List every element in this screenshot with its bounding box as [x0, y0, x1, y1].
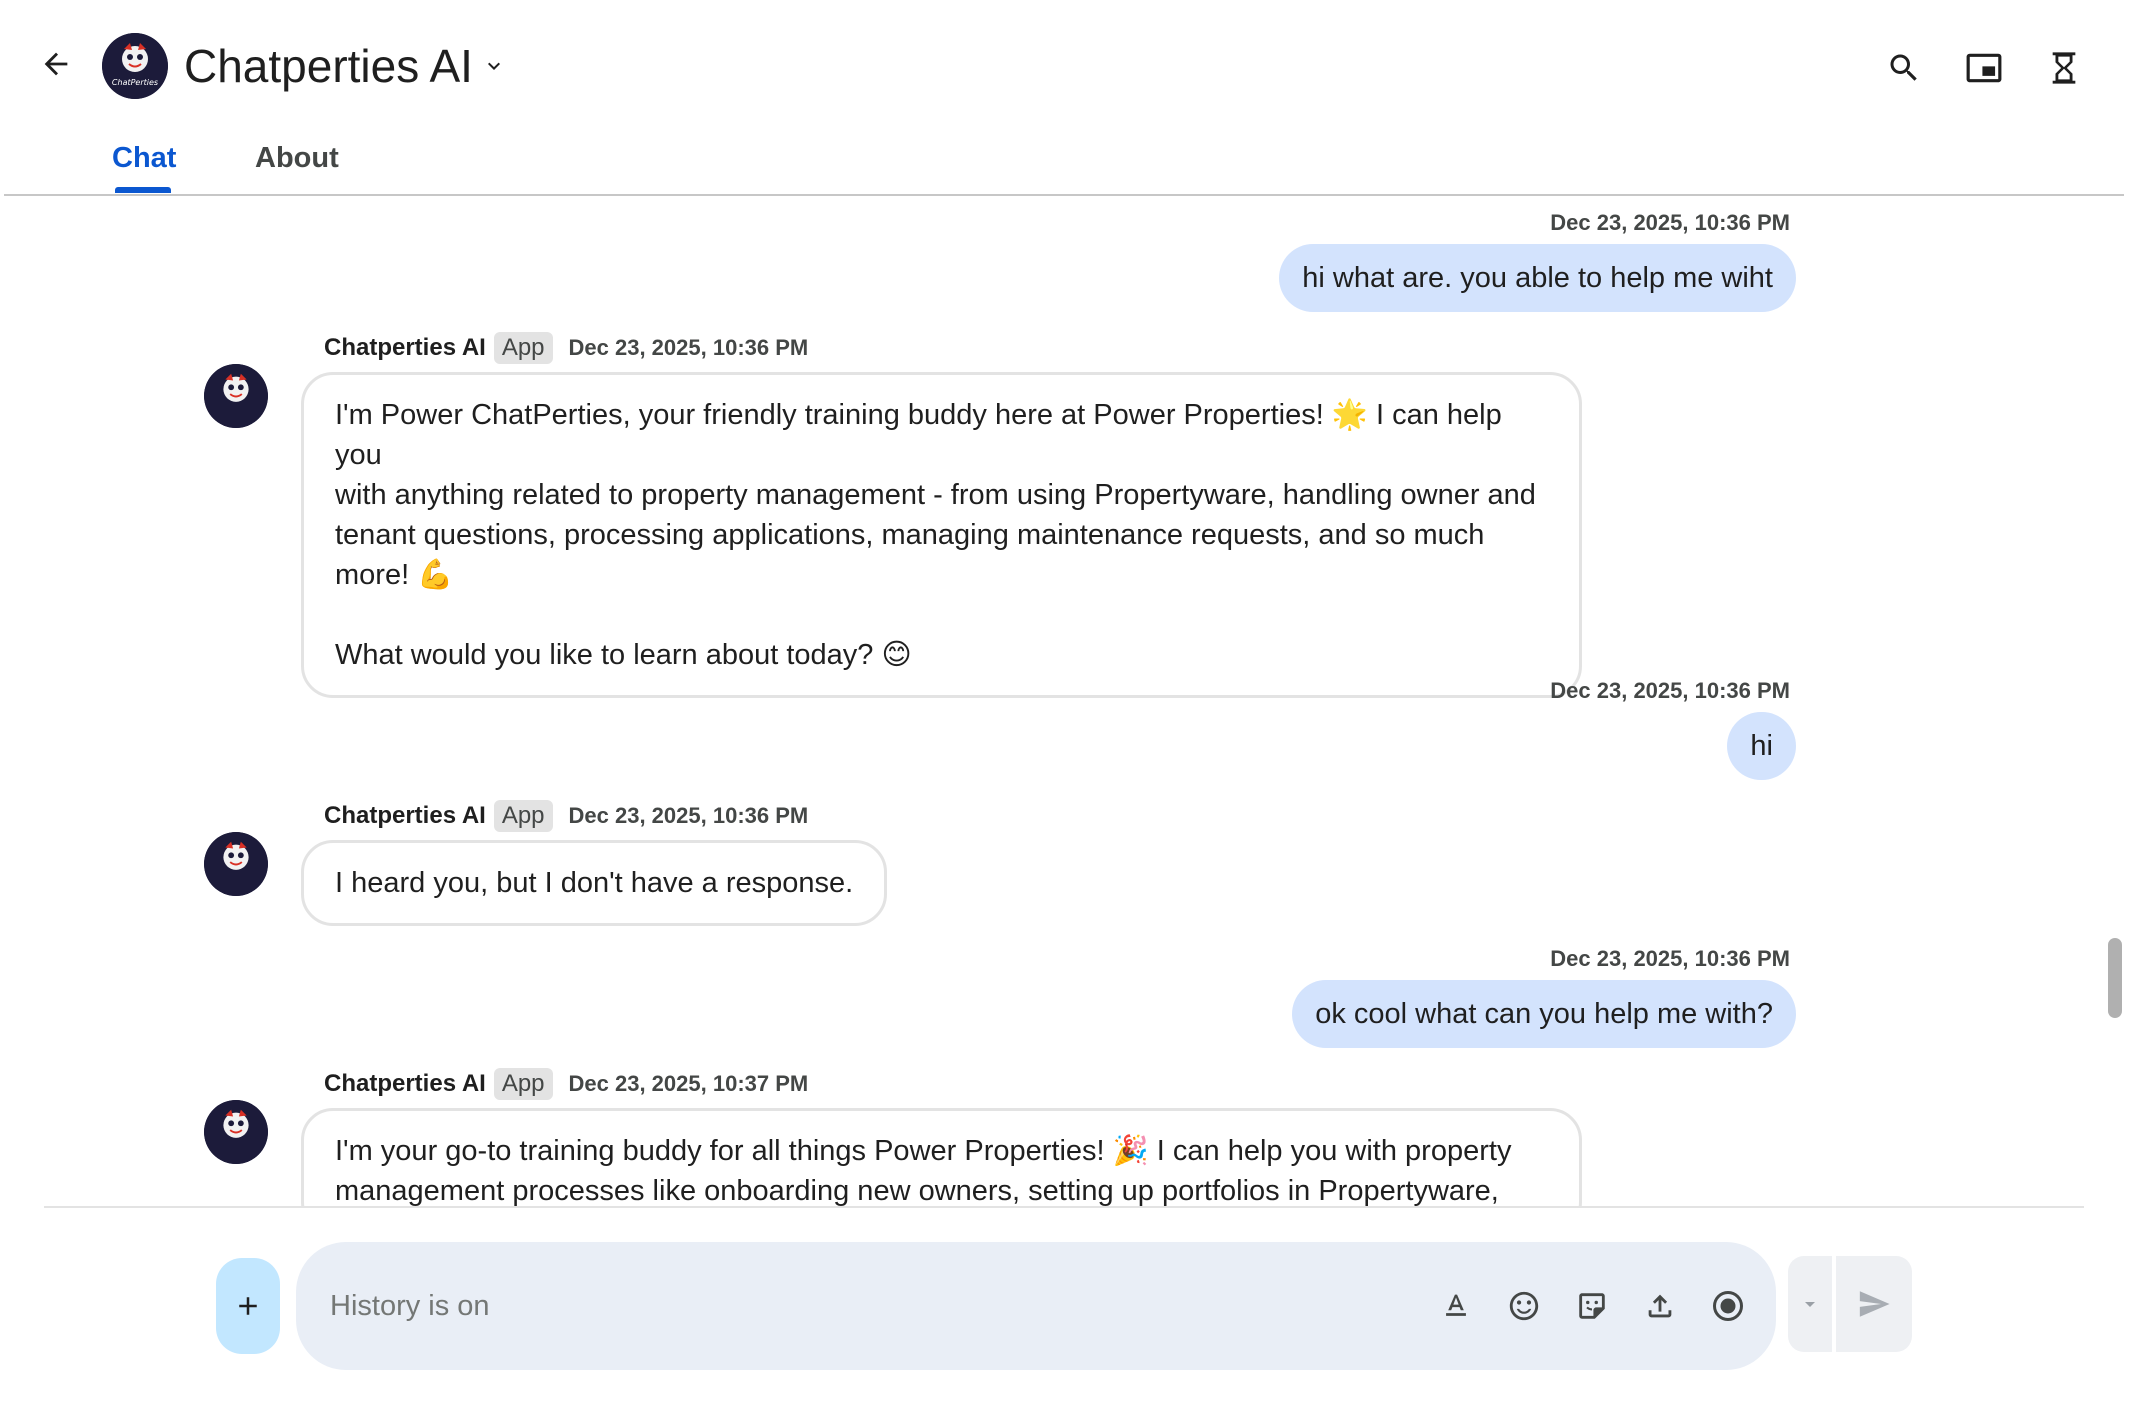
sticker-icon — [1579, 1293, 1605, 1319]
add-button[interactable] — [216, 1258, 280, 1354]
app-badge: App — [493, 332, 553, 364]
emoji-icon — [1509, 1291, 1539, 1321]
avatar[interactable] — [204, 364, 268, 428]
hourglass-button[interactable] — [2036, 40, 2092, 96]
sender-name[interactable]: Chatperties AI — [324, 1070, 486, 1098]
picture-in-picture-icon — [1966, 53, 2002, 83]
message-meta: Chatperties AI App Dec 23, 2025, 10:37 P… — [324, 1068, 808, 1100]
hourglass-icon — [2052, 52, 2076, 84]
sender-name[interactable]: Chatperties AI — [324, 334, 486, 362]
message-timestamp: Dec 23, 2025, 10:36 PM — [1550, 678, 1790, 703]
scrollbar-thumb[interactable] — [2108, 938, 2122, 1018]
user-message[interactable]: hi what are. you able to help me wiht — [1279, 244, 1796, 312]
pip-button[interactable] — [1956, 40, 2012, 96]
svg-text:ChatPerties: ChatPerties — [112, 78, 158, 87]
avatar[interactable] — [204, 832, 268, 896]
record-button[interactable] — [1704, 1282, 1752, 1330]
message-meta: Chatperties AI App Dec 23, 2025, 10:36 P… — [324, 332, 808, 364]
upload-icon — [1648, 1294, 1672, 1318]
back-arrow-icon — [44, 52, 68, 76]
search-icon — [1890, 54, 1917, 81]
sticker-button[interactable] — [1568, 1282, 1616, 1330]
tab-bar: Chat About — [0, 132, 2124, 196]
text-format-icon — [1446, 1294, 1466, 1316]
send-group — [1788, 1256, 1912, 1352]
app-logo: ChatPerties — [102, 33, 168, 99]
record-icon — [1713, 1291, 1743, 1321]
plus-icon — [239, 1297, 257, 1315]
upload-button[interactable] — [1636, 1282, 1684, 1330]
tab-about[interactable]: About — [255, 142, 339, 175]
message-timestamp: Dec 23, 2025, 10:37 PM — [568, 1071, 809, 1096]
message-timestamp: Dec 23, 2025, 10:36 PM — [1550, 946, 1790, 971]
composer-divider — [44, 1206, 2084, 1208]
message-composer — [296, 1242, 1776, 1370]
message-meta: Chatperties AI App Dec 23, 2025, 10:36 P… — [324, 800, 808, 832]
user-message[interactable]: hi — [1727, 712, 1796, 780]
avatar[interactable] — [204, 1100, 268, 1164]
message-stream[interactable]: Dec 23, 2025, 10:36 PM hi what are. you … — [0, 196, 2100, 1208]
message-timestamp: Dec 23, 2025, 10:36 PM — [1550, 210, 1790, 235]
bot-message-bubble[interactable]: I'm Power ChatPerties, your friendly tra… — [301, 372, 1582, 698]
message-timestamp: Dec 23, 2025, 10:36 PM — [568, 335, 809, 360]
active-tab-indicator — [115, 187, 171, 193]
message-timestamp: Dec 23, 2025, 10:36 PM — [568, 803, 809, 828]
send-icon — [1859, 1291, 1890, 1317]
app-badge: App — [493, 1068, 553, 1100]
message-input[interactable] — [328, 1280, 1392, 1332]
search-button[interactable] — [1876, 40, 1932, 96]
send-options-button[interactable] — [1788, 1256, 1832, 1352]
emoji-button[interactable] — [1500, 1282, 1548, 1330]
chevron-down-icon — [488, 62, 500, 70]
tab-chat[interactable]: Chat — [112, 142, 176, 175]
bot-message-bubble[interactable]: I'm your go-to training buddy for all th… — [301, 1108, 1582, 1208]
format-button[interactable] — [1432, 1282, 1480, 1330]
sender-name[interactable]: Chatperties AI — [324, 802, 486, 830]
app-badge: App — [493, 800, 553, 832]
send-button[interactable] — [1836, 1256, 1912, 1352]
bot-message-bubble[interactable]: I heard you, but I don't have a response… — [301, 840, 888, 926]
title-dropdown[interactable] — [482, 50, 506, 82]
user-message[interactable]: ok cool what can you help me with? — [1292, 980, 1796, 1048]
back-button[interactable] — [32, 40, 80, 88]
caret-down-icon — [1805, 1302, 1815, 1307]
app-title[interactable]: Chatperties AI — [184, 38, 473, 94]
